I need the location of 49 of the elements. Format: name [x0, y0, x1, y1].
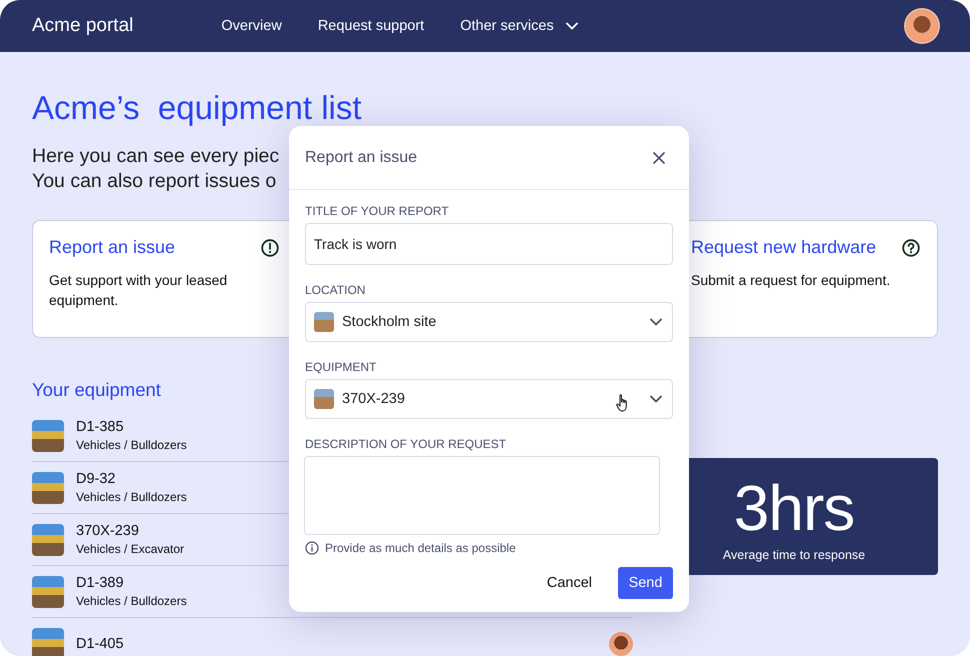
photo-placeholder — [32, 472, 64, 504]
close-icon[interactable] — [653, 152, 665, 164]
equipment-name[interactable]: 370X-239 — [76, 523, 139, 539]
page-title: Acme’s equipment list — [32, 88, 363, 128]
intro-text: Here you can see every piec — [32, 144, 280, 169]
equipment-category: Vehicles / Bulldozers — [76, 438, 187, 452]
photo-placeholder — [32, 628, 64, 656]
cancel-button[interactable]: Cancel — [536, 567, 602, 599]
intro-text: You can also report issues o — [32, 169, 276, 194]
card-description: Submit a request for equipment. — [691, 271, 892, 290]
equipment-category: Vehicles / Bulldozers — [76, 490, 187, 504]
equipment-category: Vehicles / Bulldozers — [76, 594, 187, 608]
equipment-name[interactable]: D9-32 — [76, 471, 116, 487]
section-heading: Your equipment — [32, 378, 161, 402]
field-label: DESCRIPTION OF YOUR REQUEST — [305, 437, 508, 451]
equipment-name[interactable]: D1-385 — [76, 419, 124, 435]
photo-placeholder — [314, 389, 334, 409]
equipment-name[interactable]: D1-405 — [76, 636, 124, 652]
description-input[interactable] — [304, 456, 660, 535]
photo-placeholder — [32, 420, 64, 452]
field-hint: Provide as much details as possible — [325, 541, 516, 555]
stat-label: Average time to response — [722, 548, 866, 562]
select-field[interactable]: Stockholm site — [305, 302, 673, 342]
send-button[interactable]: Send — [618, 567, 673, 599]
chevron-down-icon — [650, 318, 662, 326]
user-avatar[interactable] — [906, 10, 938, 42]
card-title[interactable]: Request new hardware — [691, 237, 876, 258]
photo-placeholder — [32, 576, 64, 608]
card-description: Get support with your leased equipment. — [49, 271, 228, 310]
exclamation-circle-icon — [261, 238, 279, 256]
stat-value: 3hrs — [734, 476, 854, 540]
field-label: EQUIPMENT — [305, 360, 378, 374]
photo-placeholder — [32, 524, 64, 556]
equipment-name[interactable]: D1-389 — [76, 575, 124, 591]
brand-name[interactable]: Acme portal — [32, 15, 134, 37]
info-icon — [305, 541, 319, 555]
equipment-category: Vehicles / Excavator — [76, 542, 184, 556]
field-label: LOCATION — [305, 283, 366, 297]
question-circle-icon — [902, 238, 920, 256]
nav-link[interactable]: Overview — [221, 18, 282, 34]
title-input[interactable]: Track is worn — [305, 223, 673, 265]
field-label: TITLE OF YOUR REPORT — [305, 204, 450, 218]
dialog-title: Report an issue — [305, 148, 418, 166]
select-field[interactable]: 370X-239 — [305, 379, 673, 419]
nav-link[interactable]: Request support — [318, 18, 424, 34]
card-title[interactable]: Report an issue — [49, 237, 176, 258]
chevron-down-icon — [650, 395, 662, 403]
nav-link[interactable]: Other services — [460, 18, 578, 34]
photo-placeholder — [314, 312, 334, 332]
